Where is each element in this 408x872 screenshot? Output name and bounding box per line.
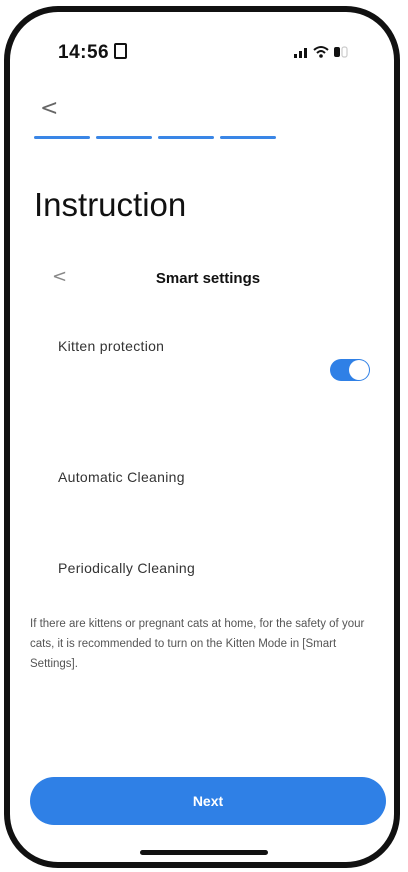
phone-frame: 14:56 < Instruction < Smart settings Kit…	[4, 6, 400, 868]
sim-icon	[114, 43, 128, 59]
wifi-icon	[313, 46, 329, 58]
status-icons	[294, 45, 354, 62]
progress-step-4	[220, 136, 276, 139]
home-indicator	[140, 850, 268, 855]
description-text: If there are kittens or pregnant cats at…	[30, 618, 365, 670]
progress-step-2	[96, 136, 152, 139]
setting-periodically-cleaning-label[interactable]: Periodically Cleaning	[58, 560, 195, 576]
battery-icon	[334, 46, 348, 58]
progress-step-3	[158, 136, 214, 139]
setting-kitten-protection-label: Kitten protection	[58, 338, 165, 354]
page-title: Instruction	[34, 186, 187, 223]
signal-icon	[294, 48, 307, 58]
card-title: Smart settings	[155, 270, 261, 287]
back-button[interactable]: <	[40, 96, 58, 121]
setting-automatic-cleaning-label[interactable]: Automatic Cleaning	[58, 469, 185, 485]
progress-step-1	[34, 136, 90, 139]
kitten-protection-toggle[interactable]	[330, 359, 370, 381]
toggle-knob	[349, 360, 369, 380]
status-time: 14:56	[58, 42, 128, 64]
next-button[interactable]: Next	[30, 777, 386, 825]
